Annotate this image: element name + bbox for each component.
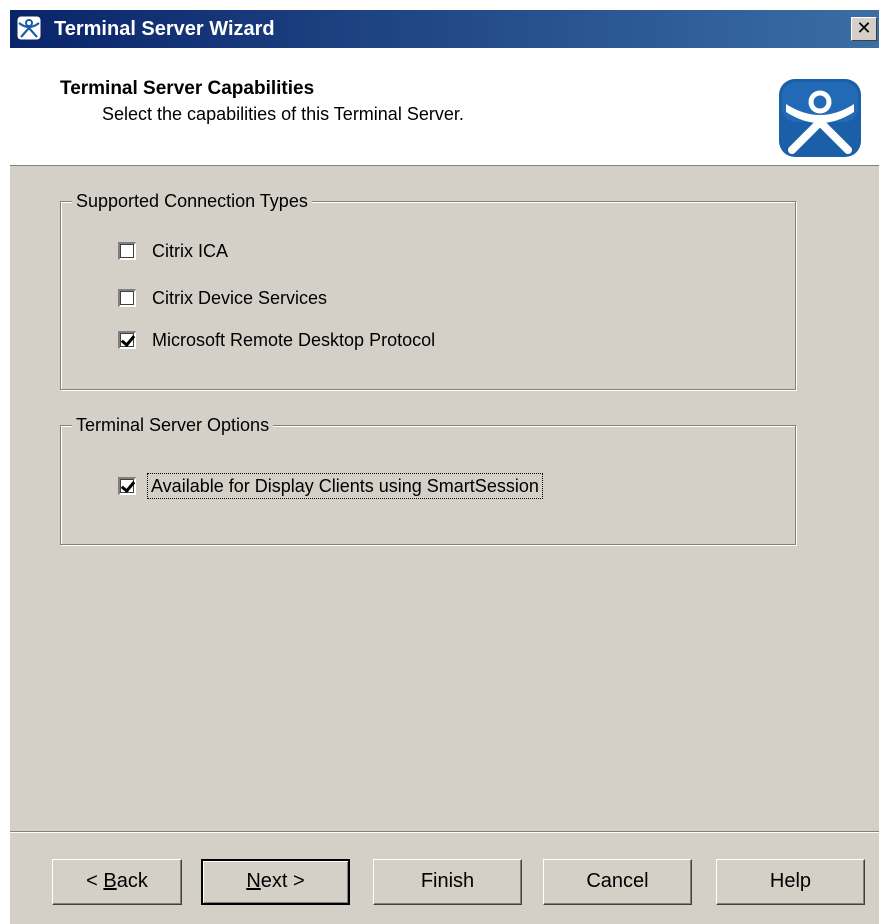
checkbox-microsoft-rdp[interactable]: Microsoft Remote Desktop Protocol — [118, 328, 435, 352]
microsoft-rdp-label[interactable]: Microsoft Remote Desktop Protocol — [152, 329, 435, 351]
window-title: Terminal Server Wizard — [54, 18, 275, 40]
wizard-window: Terminal Server Wizard ✕ Terminal Server… — [10, 10, 879, 924]
connection-types-legend: Supported Connection Types — [72, 190, 312, 212]
next-button-rest: ext > — [260, 870, 305, 892]
page-title: Terminal Server Capabilities — [60, 78, 315, 99]
close-button[interactable]: ✕ — [851, 17, 877, 41]
cancel-button-label: Cancel — [586, 870, 649, 892]
checkbox-citrix-device-services[interactable]: Citrix Device Services — [118, 286, 327, 310]
next-button[interactable]: Next > — [201, 859, 350, 905]
thinmanager-app-icon — [16, 15, 42, 41]
cancel-button[interactable]: Cancel — [543, 859, 692, 905]
help-button-label: Help — [769, 870, 812, 892]
wizard-header: Terminal Server Capabilities Select the … — [10, 48, 879, 166]
citrix-ica-checkbox[interactable] — [118, 242, 136, 260]
next-button-mnemonic: N — [246, 870, 261, 892]
back-button-mnemonic: B — [103, 870, 117, 892]
page-subtitle: Select the capabilities of this Terminal… — [102, 104, 464, 124]
citrix-device-services-label[interactable]: Citrix Device Services — [152, 287, 327, 309]
smartsession-checkbox[interactable] — [118, 477, 136, 495]
close-icon: ✕ — [856, 18, 872, 38]
thinmanager-logo-icon — [779, 79, 861, 157]
back-button-rest: ack — [116, 870, 148, 892]
footer-separator — [10, 831, 879, 833]
help-button[interactable]: Help — [716, 859, 865, 905]
microsoft-rdp-checkbox[interactable] — [118, 331, 136, 349]
citrix-device-services-checkbox[interactable] — [118, 289, 136, 307]
smartsession-label[interactable]: Available for Display Clients using Smar… — [147, 473, 543, 499]
checkbox-smartsession[interactable]: Available for Display Clients using Smar… — [118, 473, 543, 499]
title-bar[interactable]: Terminal Server Wizard ✕ — [10, 10, 879, 48]
checkbox-citrix-ica[interactable]: Citrix ICA — [118, 239, 228, 263]
back-button[interactable]: < Back — [52, 859, 182, 905]
finish-button-label: Finish — [420, 870, 475, 892]
back-button-prefix: < — [86, 870, 104, 892]
finish-button[interactable]: Finish — [373, 859, 522, 905]
citrix-ica-label[interactable]: Citrix ICA — [152, 240, 228, 262]
server-options-legend: Terminal Server Options — [72, 414, 274, 436]
